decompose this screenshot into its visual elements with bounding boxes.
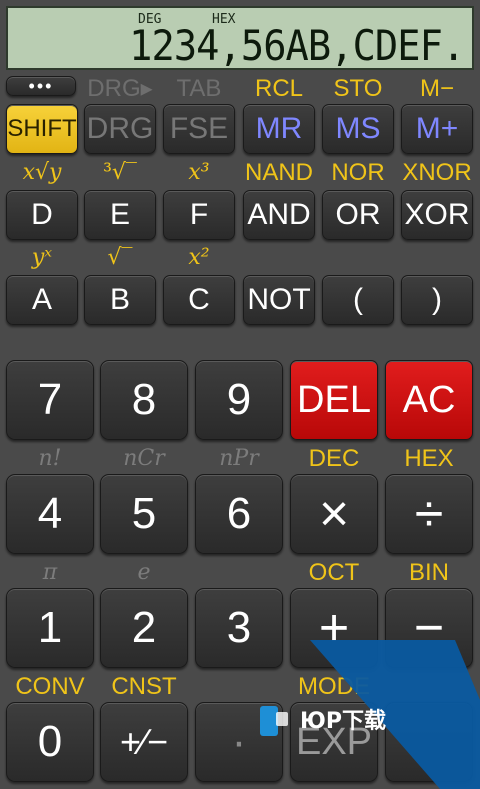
label-nand: NAND: [244, 159, 313, 186]
label-y-pow-x: yˣ: [31, 245, 53, 270]
label-n-factorial: n!: [38, 446, 62, 471]
label-conv: CONV: [15, 673, 85, 700]
exp-button[interactable]: EXP: [290, 702, 378, 782]
right-paren-button[interactable]: ): [401, 275, 473, 325]
label-oct: OCT: [308, 559, 360, 586]
digit-9-button[interactable]: 9: [195, 360, 283, 440]
label-cube-root: ³√‾: [103, 160, 137, 185]
label-nor: NOR: [331, 159, 385, 186]
digit-7-button[interactable]: 7: [6, 360, 94, 440]
memory-plus-button[interactable]: M+: [401, 104, 473, 154]
all-clear-button[interactable]: AC: [385, 360, 473, 440]
drg-button[interactable]: DRG: [84, 104, 156, 154]
label-rcl: RCL: [254, 75, 303, 102]
hex-d-button[interactable]: D: [6, 190, 78, 240]
and-button[interactable]: AND: [243, 190, 315, 240]
minus-button[interactable]: −: [385, 588, 473, 668]
shift-button[interactable]: SHIFT: [6, 104, 78, 154]
digit-5-button[interactable]: 5: [100, 474, 188, 554]
delete-button[interactable]: DEL: [290, 360, 378, 440]
label-e: e: [137, 560, 151, 585]
digit-0-button[interactable]: 0: [6, 702, 94, 782]
label-bin: BIN: [408, 559, 449, 586]
display-value: 1234,56AB,CDEF.: [128, 21, 465, 70]
digit-8-button[interactable]: 8: [100, 360, 188, 440]
plus-button[interactable]: +: [290, 588, 378, 668]
label-ncr: nCr: [123, 446, 165, 471]
left-paren-button[interactable]: (: [322, 275, 394, 325]
multiply-button[interactable]: ×: [290, 474, 378, 554]
hex-a-button[interactable]: A: [6, 275, 78, 325]
label-sqrt: √‾: [107, 245, 133, 270]
decimal-point-button[interactable]: ·: [195, 702, 283, 782]
label-x-squared: x²: [188, 245, 210, 270]
label-dec: DEC: [308, 445, 360, 472]
label-tab: TAB: [176, 75, 222, 102]
label-xroot-y: x√y: [22, 160, 62, 185]
label-npr: nPr: [219, 446, 259, 471]
fse-button[interactable]: FSE: [163, 104, 235, 154]
memory-recall-button[interactable]: MR: [243, 104, 315, 154]
xor-button[interactable]: XOR: [401, 190, 473, 240]
label-cnst: CNST: [111, 673, 177, 700]
equals-button[interactable]: [385, 702, 473, 782]
label-drg-arrow: DRG▸: [87, 75, 153, 102]
hex-e-button[interactable]: E: [84, 190, 156, 240]
hex-c-button[interactable]: C: [163, 275, 235, 325]
hex-b-button[interactable]: B: [84, 275, 156, 325]
label-m-minus: M−: [419, 75, 454, 102]
divide-button[interactable]: ÷: [385, 474, 473, 554]
label-xnor: XNOR: [402, 159, 472, 186]
label-hex: HEX: [404, 445, 454, 472]
menu-button[interactable]: •••: [6, 76, 76, 96]
digit-6-button[interactable]: 6: [195, 474, 283, 554]
plus-minus-button[interactable]: +∕−: [100, 702, 188, 782]
digit-3-button[interactable]: 3: [195, 588, 283, 668]
digit-1-button[interactable]: 1: [6, 588, 94, 668]
label-mode: MODE: [298, 673, 370, 700]
label-pi: π: [42, 560, 58, 585]
digit-2-button[interactable]: 2: [100, 588, 188, 668]
label-x-cubed: x³: [188, 160, 210, 185]
calculator-display: DEG HEX 1234,56AB,CDEF.: [6, 6, 474, 70]
not-button[interactable]: NOT: [243, 275, 315, 325]
hex-f-button[interactable]: F: [163, 190, 235, 240]
memory-store-button[interactable]: MS: [322, 104, 394, 154]
digit-4-button[interactable]: 4: [6, 474, 94, 554]
label-sto: STO: [333, 75, 383, 102]
or-button[interactable]: OR: [322, 190, 394, 240]
